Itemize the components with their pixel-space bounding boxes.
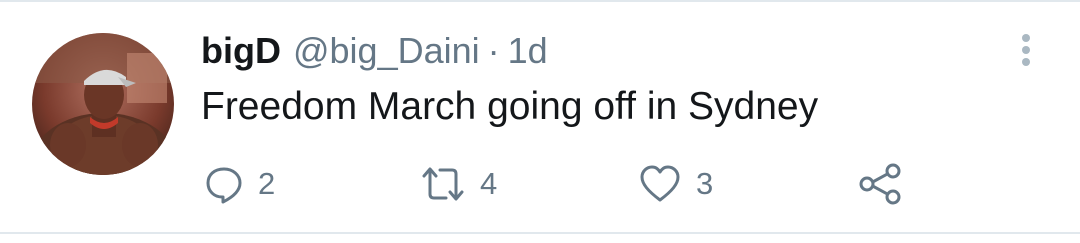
reply-count: 2	[258, 166, 276, 201]
retweet-count: 4	[480, 166, 498, 201]
share-button[interactable]	[858, 160, 902, 208]
heart-icon	[640, 165, 680, 202]
tweet-text: Freedom March going off in Sydney	[201, 85, 819, 128]
display-name[interactable]: bigD	[201, 28, 281, 74]
bottom-divider	[0, 232, 1080, 234]
share-icon	[859, 163, 901, 205]
avatar-photo-icon	[32, 33, 174, 175]
tweet-header: bigD @big_Daini · 1d	[201, 28, 548, 74]
tweet-card[interactable]: bigD @big_Daini · 1d Freedom March going…	[0, 0, 1080, 243]
reply-icon	[206, 167, 242, 204]
user-handle[interactable]: @big_Daini	[293, 28, 480, 74]
retweet-button[interactable]: 4	[420, 160, 497, 208]
like-count: 3	[696, 166, 714, 201]
more-options-button[interactable]	[1012, 30, 1040, 70]
vertical-ellipsis-icon	[1022, 34, 1030, 66]
avatar[interactable]	[32, 33, 174, 175]
retweet-icon	[422, 167, 464, 201]
tweet-timestamp[interactable]: 1d	[508, 28, 548, 74]
top-divider	[0, 0, 1080, 2]
reply-button[interactable]: 2	[204, 160, 275, 208]
like-button[interactable]: 3	[638, 160, 713, 208]
separator-dot: ·	[487, 30, 500, 71]
